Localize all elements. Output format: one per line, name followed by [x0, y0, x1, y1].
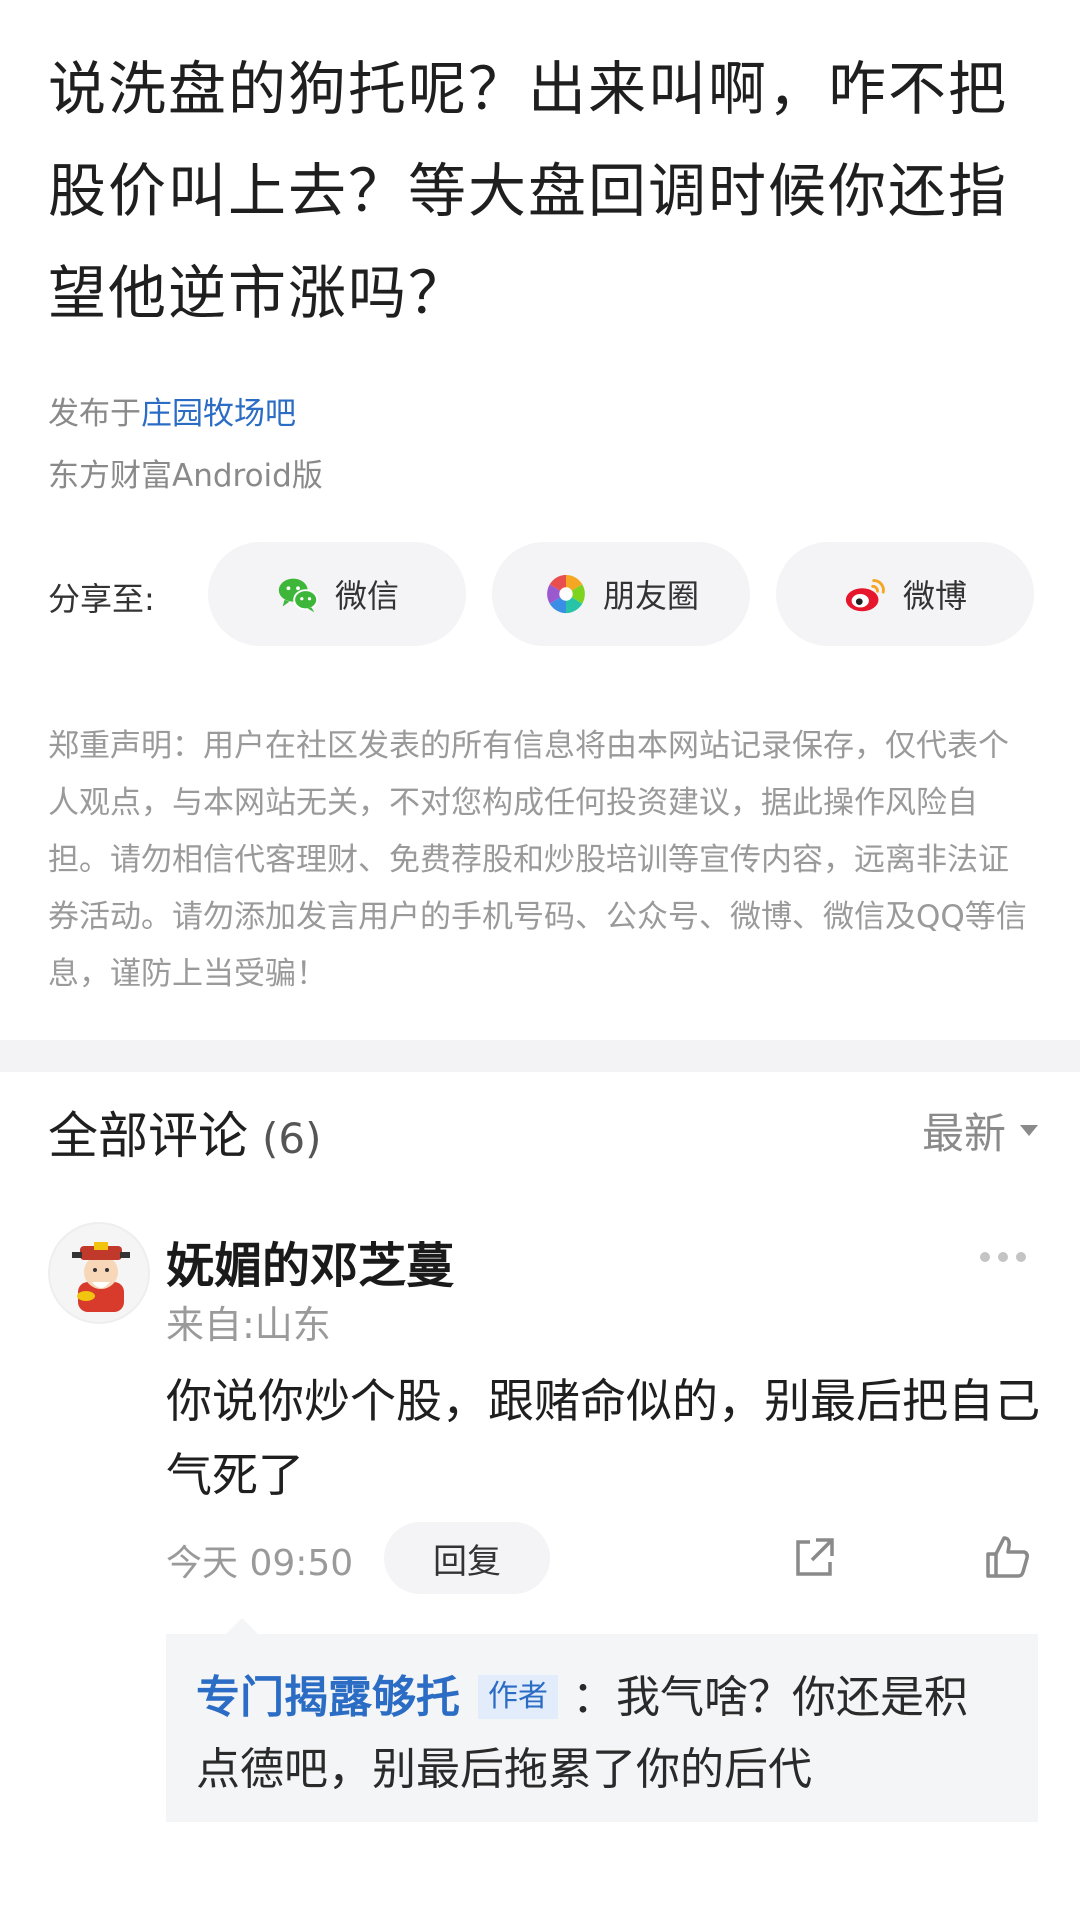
moments-icon: [547, 574, 585, 614]
disclaimer-text: 郑重声明：用户在社区发表的所有信息将由本网站记录保存，仅代表个人观点，与本网站无…: [48, 728, 1027, 992]
wechat-icon: [278, 578, 319, 613]
sort-label: 最新: [921, 1109, 1006, 1158]
comments-header: 全部评论 (6) 最新: [48, 1096, 1038, 1166]
share-wechat-label: 微信: [334, 577, 399, 615]
reply-separator: ：: [572, 1672, 616, 1723]
reply-button[interactable]: 回复: [384, 1522, 550, 1594]
thumbs-up-icon[interactable]: [982, 1532, 1032, 1582]
comment-body: 你说你炒个股，跟赌命似的，别最后把自己气死了: [166, 1374, 1040, 1502]
forum-prefix: 发布于: [48, 396, 141, 432]
sort-dropdown[interactable]: 最新: [922, 1100, 1038, 1161]
share-wechat-button[interactable]: 微信: [208, 542, 466, 646]
share-row: 分享至: 微信 朋友圈 微博: [48, 542, 1038, 646]
share-moments-label: 朋友圈: [602, 577, 699, 615]
share-icon[interactable]: [790, 1534, 838, 1582]
share-weibo-label: 微博: [902, 577, 967, 615]
comments-title: 全部评论: [48, 1107, 248, 1165]
caishen-avatar-icon: [72, 1242, 130, 1312]
author-badge: 作者: [478, 1675, 558, 1719]
share-moments-button[interactable]: 朋友圈: [492, 542, 750, 646]
comment-location: 来自:山东: [166, 1303, 331, 1347]
comment-author[interactable]: 妩媚的邓芝蔓: [166, 1226, 454, 1296]
weibo-icon: [845, 579, 885, 612]
section-divider: [0, 1040, 1080, 1072]
more-options-icon[interactable]: [980, 1252, 1026, 1262]
caret-down-icon: [1020, 1125, 1038, 1136]
post-client: 东方财富Android版: [48, 458, 323, 494]
comment-time: 今天 09:50: [166, 1543, 354, 1584]
share-label: 分享至:: [48, 580, 155, 618]
reply-author[interactable]: 专门揭露够托: [196, 1672, 460, 1723]
avatar[interactable]: [48, 1222, 150, 1324]
share-weibo-button[interactable]: 微博: [776, 542, 1034, 646]
reply-preview[interactable]: 专门揭露够托 作者 ：我气啥？你还是积点德吧，别最后拖累了你的后代: [166, 1618, 1038, 1822]
post-forum-line: 发布于庄园牧场吧: [48, 388, 296, 433]
comments-count: (6): [262, 1114, 322, 1163]
forum-link[interactable]: 庄园牧场吧: [141, 396, 296, 432]
post-title: 说洗盘的狗托呢？出来叫啊，咋不把股价叫上去？等大盘回调时候你还指望他逆市涨吗？: [48, 55, 1009, 327]
